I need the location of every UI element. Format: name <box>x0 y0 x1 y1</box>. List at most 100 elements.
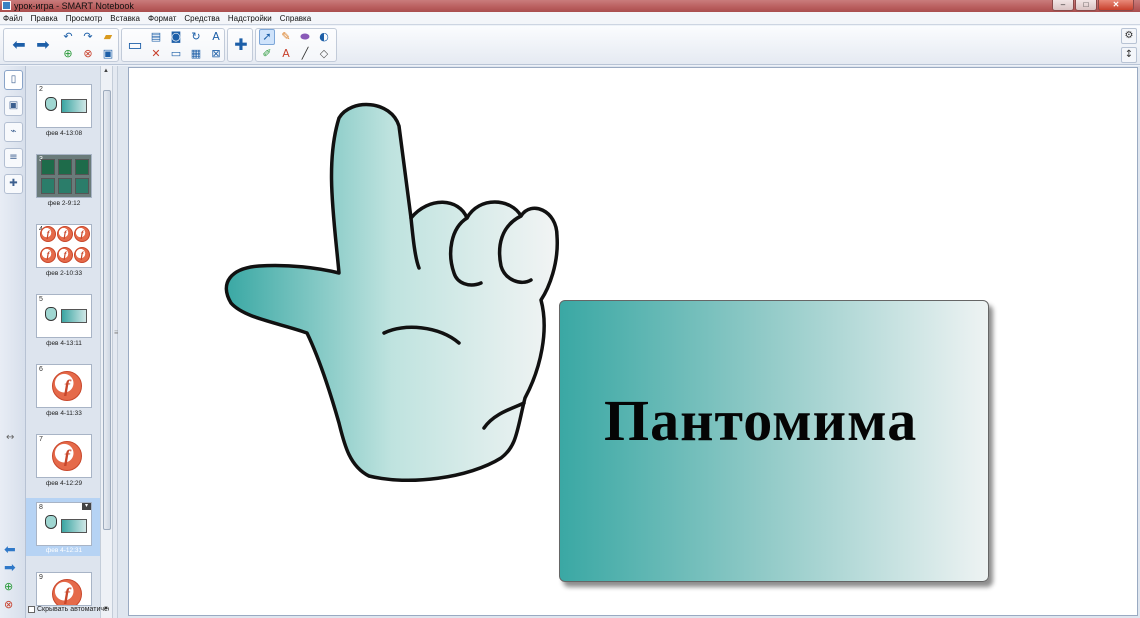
toolbar-group-insert: ▭ ▤ ◙ ↻ A ✕ ▭ ▦ ⊠ <box>121 28 225 62</box>
settings-icon[interactable]: ⚙ <box>1121 28 1137 44</box>
rotate-icon[interactable]: ↻ <box>188 29 204 45</box>
menu-view[interactable]: Просмотр <box>66 12 103 25</box>
menu-edit[interactable]: Правка <box>31 12 58 25</box>
page-label: фев 2-9:12 <box>47 200 81 207</box>
page-number: 9 <box>39 574 43 581</box>
hand-thumbnail-icon <box>45 97 57 111</box>
workspace: Пантомима <box>118 66 1140 618</box>
capture-icon[interactable]: ◙ <box>168 29 184 45</box>
pen-icon[interactable]: ✐ <box>259 46 275 62</box>
menu-insert[interactable]: Вставка <box>110 12 140 25</box>
f-logo-icon: f <box>52 579 82 605</box>
screen-shade-icon[interactable]: ▭ <box>168 46 184 62</box>
main-toolbar: ⬅ ➡ ↶ ↷ ▰ ⊕ ⊗ ▣ ▭ ▤ ◙ ↻ A ✕ ▭ ▦ ⊠ ✚ ➚ ✎ … <box>0 26 1140 65</box>
thumbnail-image: 3 <box>36 154 92 198</box>
page-number: 7 <box>39 436 43 443</box>
f-logo-icon: f <box>52 441 82 471</box>
menu-help[interactable]: Справка <box>280 12 311 25</box>
thumbnail-image: 9 f <box>36 572 92 606</box>
move-toolbar-icon[interactable]: ↕ <box>1121 47 1137 63</box>
add-page-side-icon[interactable]: ⊕ <box>4 580 13 593</box>
properties-tab-icon[interactable]: ≡ <box>4 148 23 168</box>
toolbar-group-navigation: ⬅ ➡ ↶ ↷ ▰ ⊕ ⊗ ▣ <box>3 28 119 62</box>
forward-icon[interactable]: ➡ <box>32 34 54 56</box>
open-icon[interactable]: ▰ <box>100 29 116 45</box>
undo-icon[interactable]: ↶ <box>60 29 76 45</box>
delete-page-side-icon[interactable]: ⊗ <box>4 598 13 611</box>
scrollbar-thumb[interactable] <box>103 90 111 530</box>
menu-file[interactable]: Файл <box>3 12 23 25</box>
card-thumbnail <box>61 99 87 113</box>
f-logo-icon: f <box>74 226 90 242</box>
page-number: 6 <box>39 366 43 373</box>
back-icon[interactable]: ⬅ <box>8 34 30 56</box>
add-page-icon[interactable]: ⊕ <box>60 46 76 62</box>
window-controls: – □ ✕ <box>1052 0 1134 12</box>
minimize-button[interactable]: – <box>1052 0 1074 11</box>
page-label: фев 2-10:33 <box>45 270 83 277</box>
addons-tab-icon[interactable]: ✚ <box>4 174 23 194</box>
gallery-tab-icon[interactable]: ▣ <box>4 96 23 116</box>
paste-icon[interactable]: ▤ <box>148 29 164 45</box>
autohide-checkbox[interactable] <box>28 606 35 613</box>
close-button[interactable]: ✕ <box>1098 0 1134 11</box>
screen-icon[interactable]: ▭ <box>124 34 146 56</box>
page-sorter-scrollbar[interactable]: ▲ ▼ <box>100 66 112 618</box>
autohide-label: Скрывать автоматически <box>37 606 109 613</box>
save-icon[interactable]: ▣ <box>100 46 116 62</box>
redo-icon[interactable]: ↷ <box>80 29 96 45</box>
table-icon[interactable]: ▦ <box>188 46 204 62</box>
addon-icon[interactable]: ✚ <box>230 34 252 56</box>
side-tab-strip: ▯ ▣ ⌁ ≡ ✚ ↔ ⬅ ➡ ⊕ ⊗ <box>0 66 26 618</box>
page-label: фев 4-13:08 <box>45 130 83 137</box>
menu-addons[interactable]: Надстройки <box>228 12 272 25</box>
close-shade-icon[interactable]: ⊠ <box>208 46 224 62</box>
line-icon[interactable]: ╱ <box>297 46 313 62</box>
menu-format[interactable]: Формат <box>148 12 176 25</box>
toolbar-group-tools: ➚ ✎ ⬬ ◐ ✐ A ╱ ◇ <box>255 28 337 62</box>
resize-sidebar-icon[interactable]: ↔ <box>6 432 14 443</box>
text-icon[interactable]: A <box>278 46 294 62</box>
title-bar: урок-игра - SMART Notebook – □ ✕ <box>0 0 1140 12</box>
page-label: фев 4-13:11 <box>46 340 82 347</box>
page-number: 2 <box>39 86 43 93</box>
card-thumbnail <box>61 519 87 533</box>
thumbnail-image: 6 f <box>36 364 92 408</box>
grid-cell <box>41 178 55 194</box>
page-menu-dropdown-icon[interactable]: ▾ <box>82 503 91 510</box>
thumbnail-image: 2 <box>36 84 92 128</box>
app-icon <box>2 1 11 10</box>
menu-tools[interactable]: Средства <box>184 12 219 25</box>
attachments-tab-icon[interactable]: ⌁ <box>4 122 23 142</box>
thumbnail-image: 4 f f f f f f <box>36 224 92 268</box>
move-sidebar-right-icon[interactable]: ➡ <box>4 560 16 576</box>
f-logo-icon: f <box>52 371 82 401</box>
slide-canvas[interactable]: Пантомима <box>128 67 1138 616</box>
autohide-option[interactable]: Скрывать автоматически <box>28 606 109 613</box>
move-sidebar-left-icon[interactable]: ⬅ <box>4 542 16 558</box>
pantomime-card[interactable]: Пантомима <box>559 300 989 582</box>
toolbar-right-controls: ⚙ ↕ <box>1120 26 1138 65</box>
f-logo-icon: f <box>40 226 56 242</box>
thumbnail-image: 7 f <box>36 434 92 478</box>
card-thumbnail <box>61 309 87 323</box>
hand-thumbnail-icon <box>45 515 57 529</box>
magic-pen-icon[interactable]: ✎ <box>278 29 294 45</box>
eraser-icon[interactable]: ⬬ <box>297 29 313 45</box>
window-title: урок-игра - SMART Notebook <box>14 1 134 11</box>
page-number: 8 <box>39 504 43 511</box>
page-sorter-tab-icon[interactable]: ▯ <box>4 70 23 90</box>
f-logo-icon: f <box>57 226 73 242</box>
fill-icon[interactable]: ◐ <box>316 29 332 45</box>
delete-page-icon[interactable]: ⊗ <box>80 46 96 62</box>
f-logo-icon: f <box>40 247 56 263</box>
grid-cell <box>75 178 89 194</box>
select-icon[interactable]: ➚ <box>259 29 275 45</box>
spell-icon[interactable]: A <box>208 29 224 45</box>
scroll-up-icon[interactable]: ▲ <box>103 68 109 74</box>
delete-icon[interactable]: ✕ <box>148 46 164 62</box>
thumbnail-image: 5 <box>36 294 92 338</box>
grid-cell <box>41 159 55 175</box>
maximize-button[interactable]: □ <box>1075 0 1097 11</box>
shape-icon[interactable]: ◇ <box>316 46 332 62</box>
